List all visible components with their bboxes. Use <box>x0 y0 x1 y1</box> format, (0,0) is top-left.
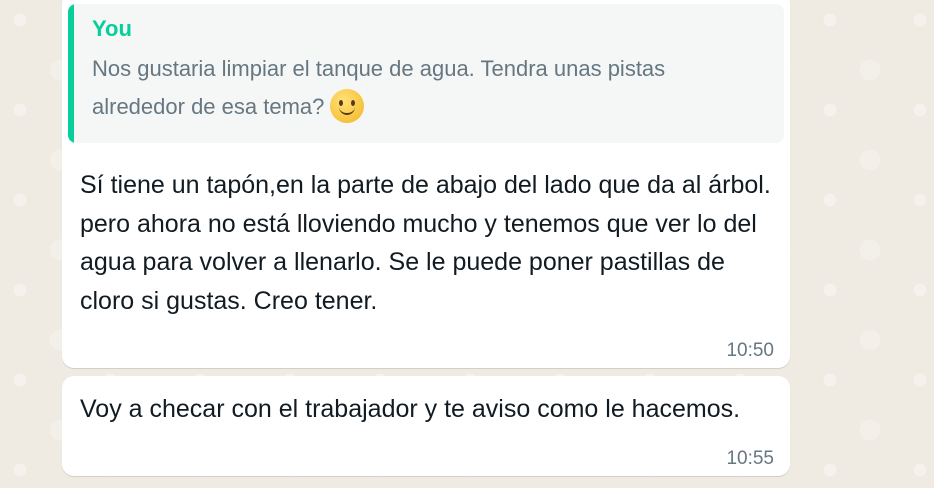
quote-text-content: Nos gustaria limpiar el tanque de agua. … <box>92 56 666 119</box>
quote-accent-bar <box>68 4 74 143</box>
message-timestamp: 10:50 <box>726 340 774 361</box>
quote-text: Nos gustaria limpiar el tanque de agua. … <box>92 50 732 126</box>
message-text: Sí tiene un tapón,en la parte de abajo d… <box>80 171 771 315</box>
message-timestamp: 10:55 <box>726 448 774 469</box>
slightly-smiling-face-icon <box>330 89 365 124</box>
message-text: Voy a checar con el trabajador y te avis… <box>80 395 741 423</box>
message-bubble[interactable]: Voy a checar con el trabajador y te avis… <box>62 376 790 476</box>
quoted-message[interactable]: You Nos gustaria limpiar el tanque de ag… <box>68 4 784 143</box>
message-bubble[interactable]: You Nos gustaria limpiar el tanque de ag… <box>62 0 790 368</box>
quote-author: You <box>92 16 132 41</box>
